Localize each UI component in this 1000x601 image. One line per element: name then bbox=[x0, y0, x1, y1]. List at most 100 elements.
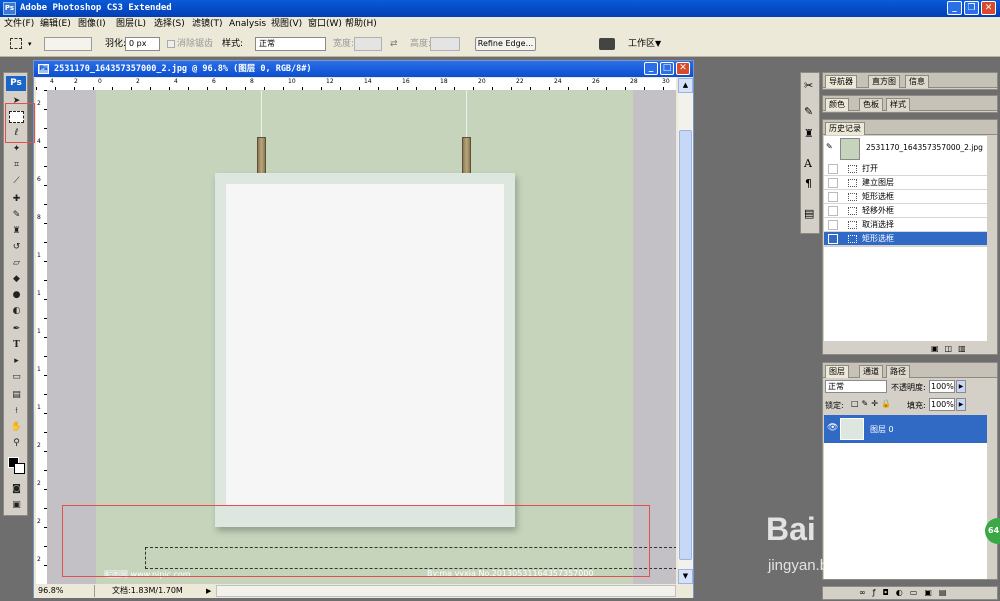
shape-tool-icon[interactable]: ▭ bbox=[9, 371, 24, 383]
ruler-v-label: 1 bbox=[37, 328, 41, 335]
layer-comps-icon[interactable]: ▤ bbox=[804, 207, 814, 220]
fill-arrow-icon[interactable]: ▶ bbox=[956, 398, 966, 411]
tab-history[interactable]: 历史记录 bbox=[825, 122, 865, 135]
horizontal-scrollbar[interactable] bbox=[216, 585, 676, 597]
ruler-h-label: 12 bbox=[326, 78, 334, 85]
eraser-tool-icon[interactable]: ▱ bbox=[9, 257, 24, 269]
scroll-down-arrow-icon[interactable]: ▼ bbox=[678, 569, 693, 584]
history-brush-source-icon[interactable]: ✎ bbox=[826, 142, 833, 151]
hand-tool-icon[interactable]: ✋ bbox=[9, 421, 24, 433]
magic-wand-tool-icon[interactable]: ✦ bbox=[9, 143, 24, 155]
menu-edit[interactable]: 编辑(E) bbox=[40, 17, 71, 31]
lock-icons[interactable]: □✎✛🔒 bbox=[851, 399, 894, 408]
selection-mode-buttons[interactable] bbox=[44, 37, 92, 51]
menu-window[interactable]: 窗口(W) bbox=[308, 17, 342, 31]
tab-color[interactable]: 颜色 bbox=[825, 98, 849, 111]
doc-minimize-button[interactable]: _ bbox=[644, 62, 658, 75]
dodge-tool-icon[interactable]: ◐ bbox=[9, 305, 24, 317]
workspace-chevron-icon[interactable]: ▼ bbox=[655, 31, 661, 57]
close-button[interactable]: ✕ bbox=[981, 1, 996, 15]
width-input[interactable] bbox=[354, 37, 382, 51]
height-input[interactable] bbox=[430, 37, 460, 51]
history-item[interactable]: 建立图层 bbox=[824, 176, 987, 190]
history-footer-icons[interactable]: ▣◫▥ bbox=[931, 344, 972, 353]
menu-select[interactable]: 选择(S) bbox=[154, 17, 185, 31]
clone-stamp-tool-icon[interactable]: ♜ bbox=[9, 225, 24, 237]
history-item[interactable]: 矩形选框 bbox=[824, 190, 987, 204]
history-item-selected[interactable]: 矩形选框 bbox=[824, 232, 987, 246]
tab-swatches[interactable]: 色板 bbox=[859, 98, 883, 111]
style-select[interactable]: 正常 bbox=[255, 37, 326, 51]
zoom-level[interactable]: 96.8% bbox=[38, 584, 63, 598]
history-item[interactable]: 取消选择 bbox=[824, 218, 987, 232]
opacity-arrow-icon[interactable]: ▶ bbox=[956, 380, 966, 393]
workspace-button[interactable]: 工作区 bbox=[628, 31, 655, 57]
tools-collapse-icon[interactable]: ✂ bbox=[804, 79, 813, 92]
vertical-scrollbar[interactable]: ▲ ▼ bbox=[678, 78, 693, 584]
slice-tool-icon[interactable]: ⟋ bbox=[9, 175, 24, 187]
layers-footer-icons[interactable]: ∞ƒ◘◐▭▣▤ bbox=[859, 588, 953, 597]
clone-panel-icon[interactable]: ♜ bbox=[804, 127, 814, 140]
menu-file[interactable]: 文件(F) bbox=[4, 17, 34, 31]
scroll-thumb[interactable] bbox=[679, 130, 692, 560]
doc-close-button[interactable]: ✕ bbox=[676, 62, 690, 75]
tab-styles[interactable]: 样式 bbox=[886, 98, 910, 111]
doc-maximize-button[interactable]: □ bbox=[660, 62, 674, 75]
pen-tool-icon[interactable]: ✒ bbox=[9, 323, 24, 335]
paragraph-panel-icon[interactable]: ¶ bbox=[805, 177, 812, 190]
visibility-eye-icon[interactable]: 👁 bbox=[827, 423, 838, 433]
healing-brush-tool-icon[interactable]: ✚ bbox=[9, 193, 24, 205]
eyedropper-tool-icon[interactable]: ⟊ bbox=[9, 405, 24, 417]
blur-tool-icon[interactable]: ● bbox=[9, 289, 24, 301]
path-selection-tool-icon[interactable]: ▸ bbox=[9, 355, 24, 367]
logo-text-cn: 经验 bbox=[878, 523, 926, 551]
brush-panel-icon[interactable]: ✎ bbox=[804, 105, 813, 118]
antialias-checkbox[interactable] bbox=[167, 40, 175, 48]
feather-input[interactable]: 0 px bbox=[125, 37, 160, 51]
character-panel-icon[interactable]: A bbox=[804, 157, 812, 170]
tab-channels[interactable]: 通道 bbox=[859, 365, 883, 378]
fill-input[interactable]: 100% bbox=[929, 398, 955, 411]
history-item[interactable]: 打开 bbox=[824, 162, 987, 176]
title-bar: Ps Adobe Photoshop CS3 Extended _ ❐ ✕ bbox=[0, 0, 1000, 17]
menu-help[interactable]: 帮助(H) bbox=[345, 17, 377, 31]
brush-tool-icon[interactable]: ✎ bbox=[9, 209, 24, 221]
screen-mode-icon[interactable]: ▣ bbox=[9, 499, 24, 511]
status-menu-arrow-icon[interactable]: ▶ bbox=[206, 584, 211, 598]
opacity-label: 不透明度: bbox=[891, 383, 926, 392]
menu-analysis[interactable]: Analysis bbox=[229, 17, 266, 31]
refine-edge-button[interactable]: Refine Edge... bbox=[475, 37, 536, 51]
tab-paths[interactable]: 路径 bbox=[886, 365, 910, 378]
swap-icon[interactable]: ⇄ bbox=[390, 31, 398, 57]
menu-image[interactable]: 图像(I) bbox=[78, 17, 106, 31]
menu-layer[interactable]: 图层(L) bbox=[116, 17, 146, 31]
tab-histogram[interactable]: 直方图 bbox=[868, 75, 900, 88]
tab-navigator[interactable]: 导航器 bbox=[825, 75, 857, 88]
window-title: Adobe Photoshop CS3 Extended bbox=[20, 3, 172, 13]
layer-row[interactable]: 👁 图层 0 bbox=[824, 415, 987, 443]
blend-mode-select[interactable]: 正常 bbox=[825, 380, 887, 393]
menu-filter[interactable]: 滤镜(T) bbox=[192, 17, 223, 31]
quick-mask-icon[interactable]: ◙ bbox=[9, 483, 24, 495]
crop-tool-icon[interactable]: ⌗ bbox=[9, 159, 24, 171]
palette-well-icon[interactable] bbox=[599, 38, 615, 50]
zoom-tool-icon[interactable]: ⚲ bbox=[9, 437, 24, 449]
notes-tool-icon[interactable]: ▤ bbox=[9, 389, 24, 401]
marquee-tool-preset-icon[interactable] bbox=[10, 38, 22, 49]
tab-info[interactable]: 信息 bbox=[905, 75, 929, 88]
history-snapshot[interactable]: ✎ 2531170_164357357000_2.jpg bbox=[824, 136, 987, 162]
history-brush-tool-icon[interactable]: ↺ bbox=[9, 241, 24, 253]
paint-bucket-tool-icon[interactable]: ◆ bbox=[9, 273, 24, 285]
tab-layers[interactable]: 图层 bbox=[825, 365, 849, 378]
minimize-button[interactable]: _ bbox=[947, 1, 962, 15]
restore-button[interactable]: ❐ bbox=[964, 1, 979, 15]
scroll-up-arrow-icon[interactable]: ▲ bbox=[678, 78, 693, 93]
type-tool-icon[interactable]: T bbox=[9, 339, 24, 351]
menu-view[interactable]: 视图(V) bbox=[271, 17, 302, 31]
deselect-icon bbox=[848, 221, 857, 229]
chevron-down-icon[interactable]: ▾ bbox=[28, 31, 32, 57]
side-badge[interactable]: 64 bbox=[985, 518, 1000, 544]
background-color-swatch[interactable] bbox=[14, 463, 25, 474]
opacity-input[interactable]: 100% bbox=[929, 380, 955, 393]
history-item[interactable]: 轻移外框 bbox=[824, 204, 987, 218]
